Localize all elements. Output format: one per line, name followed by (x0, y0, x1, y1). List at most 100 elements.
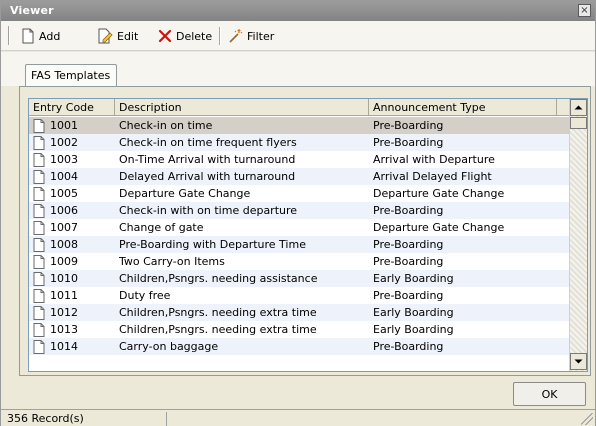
description-cell: On-Time Arrival with turnaround (119, 153, 296, 166)
column-header-announcement-type[interactable]: Announcement Type (369, 99, 557, 116)
edit-button[interactable]: Edit (97, 27, 138, 45)
document-icon (33, 237, 45, 252)
document-icon (33, 118, 45, 133)
tab-strip: FAS Templates (1, 52, 595, 86)
announcement-type-cell: Arrival with Departure (373, 153, 495, 166)
entry-code-cell: 1011 (33, 287, 115, 304)
add-button[interactable]: Add (21, 27, 60, 45)
description-cell: Check-in with on time departure (119, 204, 298, 217)
announcement-type-cell: Arrival Delayed Flight (373, 170, 492, 183)
new-document-icon (22, 28, 34, 44)
title-bar[interactable]: Viewer × (1, 1, 595, 21)
entry-code-text: 1007 (50, 221, 78, 234)
vertical-scrollbar[interactable] (569, 99, 587, 371)
announcement-type-cell: Early Boarding (373, 306, 454, 319)
announcement-type-cell: Pre-Boarding (373, 238, 444, 251)
entry-code-text: 1002 (50, 136, 78, 149)
description-cell: Children,Psngrs. needing extra time (119, 306, 317, 319)
announcement-type-cell: Pre-Boarding (373, 255, 444, 268)
window-title: Viewer (10, 4, 54, 17)
table-row[interactable]: 1001 Check-in on time Pre-Boarding (29, 117, 569, 134)
entry-code-text: 1008 (50, 238, 78, 251)
resize-grip[interactable] (581, 413, 593, 425)
document-icon (33, 152, 45, 167)
entry-code-cell: 1014 (33, 338, 115, 355)
entry-code-text: 1003 (50, 153, 78, 166)
entry-code-text: 1014 (50, 340, 78, 353)
announcement-type-cell: Early Boarding (373, 272, 454, 285)
table-row[interactable]: 1002 Check-in on time frequent flyers Pre-… (29, 134, 569, 151)
toolbar-grip[interactable] (8, 26, 10, 45)
filter-wand-icon (229, 29, 243, 43)
table-row[interactable]: 1005 Departure Gate Change Departure Gate … (29, 185, 569, 202)
column-header-description[interactable]: Description (115, 99, 369, 116)
entry-code-cell: 1008 (33, 236, 115, 253)
document-icon (33, 186, 45, 201)
toolbar: Add Edit Delete Filter (1, 21, 595, 51)
toolbar-separator (219, 27, 221, 45)
edit-document-icon (98, 28, 113, 44)
entry-code-cell: 1013 (33, 321, 115, 338)
scroll-up-button[interactable] (570, 99, 587, 116)
entry-code-cell: 1012 (33, 304, 115, 321)
announcement-type-cell: Pre-Boarding (373, 204, 444, 217)
column-header-entry-code[interactable]: Entry Code (29, 99, 115, 116)
document-icon (33, 254, 45, 269)
document-icon (33, 203, 45, 218)
entry-code-text: 1011 (50, 289, 78, 302)
table-row[interactable]: 1007 Change of gate Departure Gate Change (29, 219, 569, 236)
description-cell: Change of gate (119, 221, 204, 234)
document-icon (33, 305, 45, 320)
table-row[interactable]: 1013 Children,Psngrs. needing extra time E… (29, 321, 569, 338)
scroll-down-button[interactable] (570, 353, 587, 370)
entry-code-cell: 1001 (33, 117, 115, 134)
announcement-type-cell: Pre-Boarding (373, 119, 444, 132)
table-row[interactable]: 1014 Carry-on baggage Pre-Boarding (29, 338, 569, 355)
table-row[interactable]: 1004 Delayed Arrival with turnaround Arriv… (29, 168, 569, 185)
tab-fas-templates[interactable]: FAS Templates (25, 64, 117, 86)
entry-code-cell: 1003 (33, 151, 115, 168)
table-row[interactable]: 1006 Check-in with on time departure Pre-B… (29, 202, 569, 219)
document-icon (33, 288, 45, 303)
document-icon (33, 220, 45, 235)
arrow-down-icon (574, 359, 583, 364)
table-row[interactable]: 1011 Duty free Pre-Boarding (29, 287, 569, 304)
description-cell: Check-in on time frequent flyers (119, 136, 297, 149)
entry-code-cell: 1010 (33, 270, 115, 287)
add-label: Add (39, 29, 61, 43)
close-button[interactable]: × (578, 4, 591, 17)
announcement-type-cell: Departure Gate Change (373, 187, 505, 200)
entry-code-text: 1006 (50, 204, 78, 217)
description-cell: Duty free (119, 289, 171, 302)
description-cell: Check-in on time (119, 119, 213, 132)
description-cell: Children,Psngrs. needing extra time (119, 323, 317, 336)
document-icon (33, 135, 45, 150)
table-row[interactable]: 1003 On-Time Arrival with turnaround Arriv… (29, 151, 569, 168)
entry-code-text: 1012 (50, 306, 78, 319)
announcement-type-cell: Pre-Boarding (373, 340, 444, 353)
document-icon (33, 271, 45, 286)
delete-button[interactable]: Delete (158, 27, 212, 45)
table-row[interactable]: 1008 Pre-Boarding with Departure Time Pre-… (29, 236, 569, 253)
viewer-window: Viewer × Add Edit Delete Filter FAS Temp… (0, 0, 596, 426)
description-cell: Departure Gate Change (119, 187, 251, 200)
entry-code-text: 1013 (50, 323, 78, 336)
announcement-type-cell: Early Boarding (373, 323, 454, 336)
scroll-thumb[interactable] (570, 117, 587, 129)
announcement-type-cell: Pre-Boarding (373, 136, 444, 149)
filter-label: Filter (247, 29, 275, 43)
document-icon (33, 169, 45, 184)
announcement-type-cell: Departure Gate Change (373, 221, 505, 234)
ok-button[interactable]: OK (513, 382, 586, 406)
table-row[interactable]: 1012 Children,Psngrs. needing extra time E… (29, 304, 569, 321)
delete-x-icon (158, 29, 172, 43)
table-row[interactable]: 1009 Two Carry-on Items Pre-Boarding (29, 253, 569, 270)
edit-label: Edit (117, 29, 139, 43)
entry-code-text: 1001 (50, 119, 78, 132)
entry-code-cell: 1004 (33, 168, 115, 185)
description-cell: Two Carry-on Items (119, 255, 225, 268)
entry-code-text: 1004 (50, 170, 78, 183)
filter-button[interactable]: Filter (227, 27, 274, 45)
grid-header: Entry Code Description Announcement Type (29, 99, 569, 116)
table-row[interactable]: 1010 Children,Psngrs. needing assistance E… (29, 270, 569, 287)
